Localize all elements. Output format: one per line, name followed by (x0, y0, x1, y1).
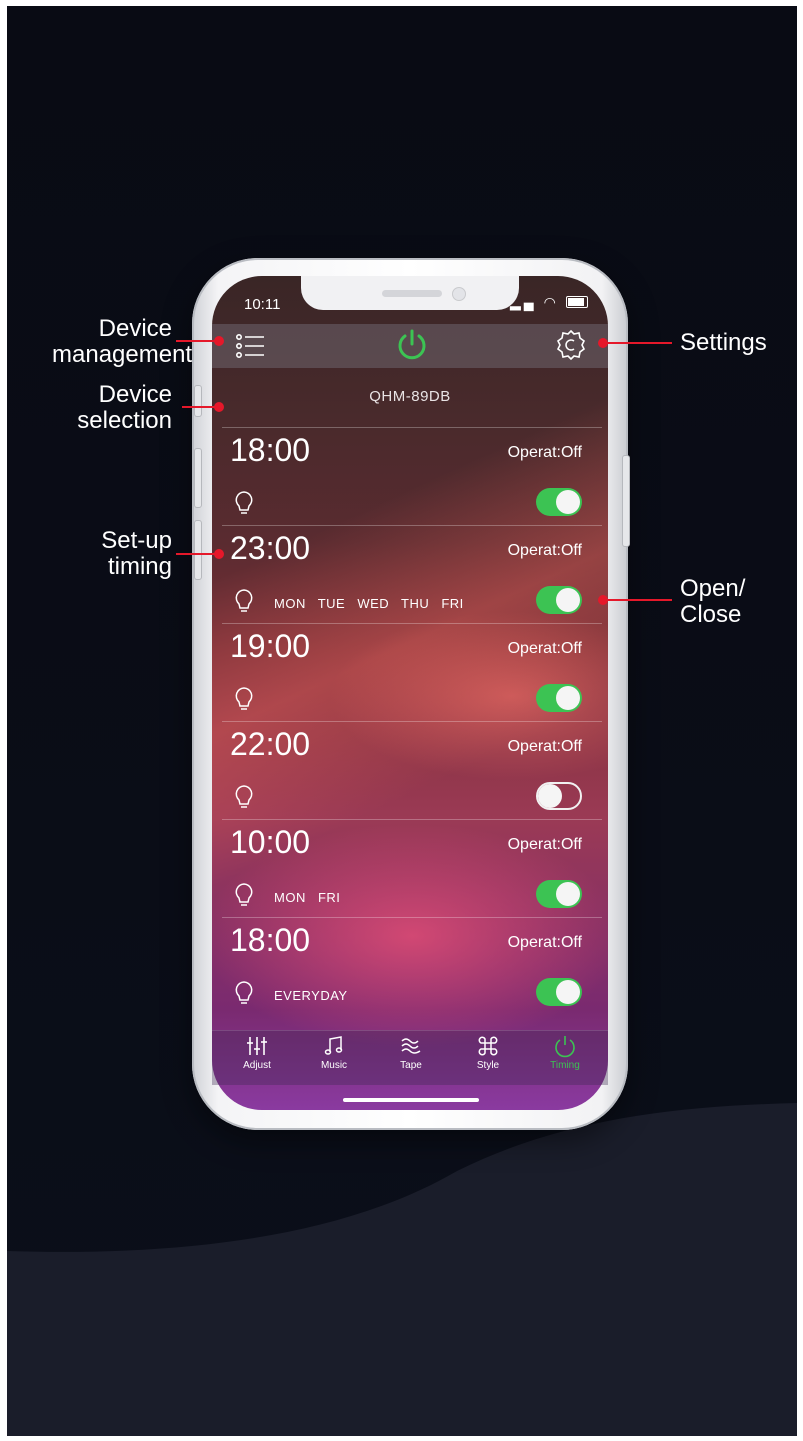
timer-row[interactable]: 23:00 Operat:Off MON TUE WED THU FRI (222, 525, 602, 624)
wifi-icon: ◠ (543, 294, 559, 310)
timer-row[interactable]: 18:00 Operat:Off EVERYDAY (222, 917, 602, 1016)
timer-row[interactable]: 22:00 Operat:Off (222, 721, 602, 820)
timer-operation: Operat:Off (507, 934, 582, 951)
tab-style[interactable]: Style (458, 1034, 518, 1071)
timer-row[interactable]: 19:00 Operat:Off (222, 623, 602, 722)
home-indicator[interactable] (343, 1098, 479, 1102)
tab-music[interactable]: Music (304, 1034, 364, 1071)
timer-time: 18:00 (230, 432, 311, 468)
callout-setup-timing: Set-up timing (101, 527, 172, 580)
timer-time: 23:00 (230, 530, 311, 566)
timer-time: 10:00 (230, 824, 311, 860)
toggle-knob (556, 588, 580, 612)
speaker (382, 290, 442, 297)
signal-icon: ▂▄ (510, 294, 537, 310)
device-selector[interactable]: QHM-89DB (212, 388, 608, 405)
bulb-icon (235, 687, 253, 710)
timer-toggle[interactable] (536, 880, 582, 908)
timer-row[interactable]: 18:00 Operat:Off (222, 427, 602, 526)
front-camera (452, 287, 466, 301)
power-icon[interactable] (394, 327, 430, 363)
status-icons: ▂▄ ◠ (510, 294, 588, 311)
timer-operation: Operat:Off (507, 542, 582, 559)
callout-device-selection: Device selection (77, 381, 172, 434)
battery-icon (565, 296, 588, 308)
tab-label: Timing (550, 1060, 580, 1071)
device-management-menu-icon[interactable] (234, 330, 266, 362)
callout-dot (214, 549, 224, 559)
callout-line (176, 340, 218, 342)
toggle-knob (538, 784, 562, 808)
sliders-icon (247, 1037, 267, 1055)
tab-adjust[interactable]: Adjust (227, 1034, 287, 1071)
timer-icon (555, 1036, 575, 1058)
tab-tape[interactable]: Tape (381, 1034, 441, 1071)
bulb-icon (235, 981, 253, 1004)
toggle-knob (556, 686, 580, 710)
timer-toggle[interactable] (536, 488, 582, 516)
callout-open-close: Open/ Close (680, 575, 746, 628)
bulb-icon (235, 785, 253, 808)
toggle-knob (556, 980, 580, 1004)
callout-settings: Settings (680, 329, 767, 356)
callout-device-management: Device management (52, 315, 193, 368)
callout-dot (214, 402, 224, 412)
tab-label: Adjust (243, 1060, 271, 1071)
bulb-icon (235, 883, 253, 906)
callout-line (182, 406, 218, 408)
timer-days: MON TUE WED THU FRI (274, 596, 464, 611)
timer-time: 18:00 (230, 922, 311, 958)
bulb-icon (235, 589, 253, 612)
timer-toggle[interactable] (536, 684, 582, 712)
tab-label: Tape (400, 1060, 422, 1071)
toggle-knob (556, 882, 580, 906)
timer-toggle[interactable] (536, 978, 582, 1006)
timer-operation: Operat:Off (507, 444, 582, 461)
settings-gear-icon[interactable] (554, 328, 588, 362)
music-note-icon (324, 1036, 343, 1055)
silent-switch (194, 385, 202, 417)
timer-days: MON FRI (274, 890, 341, 905)
volume-down-button (194, 520, 202, 580)
timer-time: 22:00 (230, 726, 311, 762)
callout-line (604, 342, 672, 344)
timer-toggle[interactable] (536, 782, 582, 810)
tab-label: Style (476, 1060, 500, 1071)
toggle-knob (556, 490, 580, 514)
callout-dot (214, 336, 224, 346)
timer-operation: Operat:Off (507, 836, 582, 853)
timer-operation: Operat:Off (507, 640, 582, 657)
timer-toggle[interactable] (536, 586, 582, 614)
timer-row[interactable]: 10:00 Operat:Off MON FRI (222, 819, 602, 918)
bulb-icon (235, 491, 253, 514)
callout-line (176, 553, 218, 555)
timer-operation: Operat:Off (507, 738, 582, 755)
callout-line (604, 599, 672, 601)
wave-icon (401, 1038, 421, 1054)
status-time: 10:11 (244, 296, 281, 313)
power-side-button (622, 455, 630, 547)
timer-days: EVERYDAY (274, 988, 348, 1003)
command-icon (478, 1036, 498, 1056)
tab-label: Music (320, 1060, 348, 1071)
tab-timing[interactable]: Timing (535, 1034, 595, 1071)
timer-time: 19:00 (230, 628, 311, 664)
volume-up-button (194, 448, 202, 508)
